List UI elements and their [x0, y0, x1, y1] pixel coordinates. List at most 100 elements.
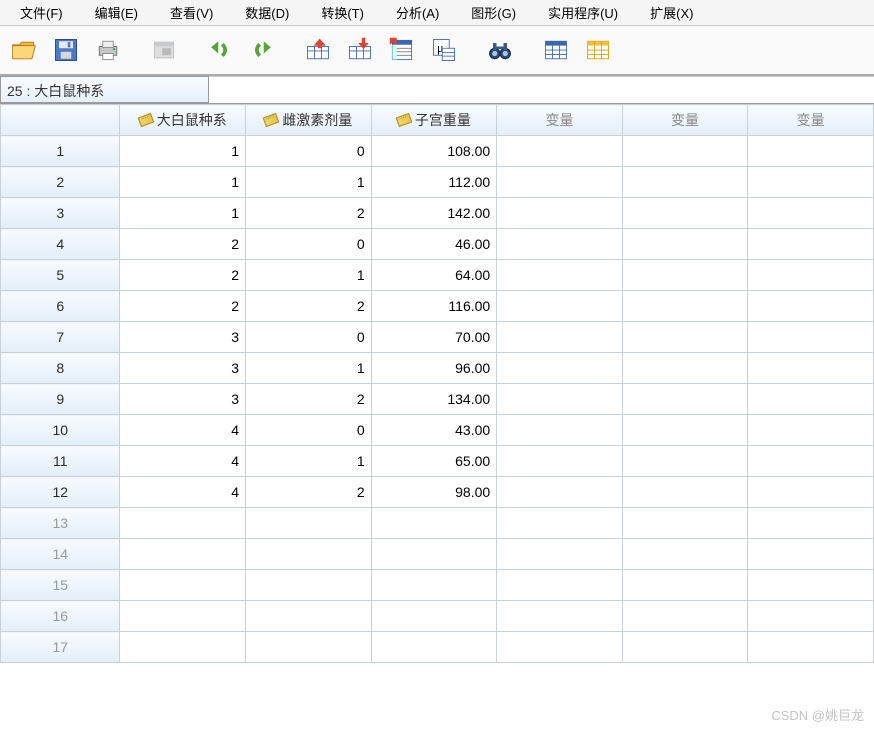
data-cell[interactable]: [246, 601, 372, 632]
data-cell[interactable]: [246, 508, 372, 539]
data-cell[interactable]: [748, 570, 874, 601]
data-cell[interactable]: [748, 415, 874, 446]
menu-graphs[interactable]: 图形(G): [455, 0, 532, 26]
data-cell[interactable]: 1: [246, 353, 372, 384]
data-cell[interactable]: 3: [120, 353, 246, 384]
data-cell[interactable]: 2: [246, 291, 372, 322]
row-header[interactable]: 11: [1, 446, 120, 477]
data-cell[interactable]: [748, 353, 874, 384]
data-cell[interactable]: 108.00: [371, 136, 497, 167]
data-cell[interactable]: [497, 539, 623, 570]
row-header[interactable]: 4: [1, 229, 120, 260]
data-cell[interactable]: [371, 632, 497, 663]
row-header[interactable]: 14: [1, 539, 120, 570]
data-cell[interactable]: 2: [120, 260, 246, 291]
data-cell[interactable]: 1: [120, 167, 246, 198]
row-header[interactable]: 5: [1, 260, 120, 291]
data-cell[interactable]: 64.00: [371, 260, 497, 291]
data-cell[interactable]: [497, 136, 623, 167]
data-cell[interactable]: [497, 415, 623, 446]
data-cell[interactable]: [622, 415, 748, 446]
data-cell[interactable]: 116.00: [371, 291, 497, 322]
data-cell[interactable]: [246, 539, 372, 570]
data-cell[interactable]: [748, 632, 874, 663]
open-button[interactable]: [6, 32, 42, 68]
formula-area[interactable]: [209, 76, 874, 103]
row-header[interactable]: 10: [1, 415, 120, 446]
data-cell[interactable]: [622, 508, 748, 539]
data-cell[interactable]: 0: [246, 322, 372, 353]
row-header[interactable]: 8: [1, 353, 120, 384]
col-header-empty-2[interactable]: 变量: [622, 105, 748, 136]
goto-case-button[interactable]: [300, 32, 336, 68]
menu-utilities[interactable]: 实用程序(U): [532, 0, 634, 26]
data-cell[interactable]: [497, 384, 623, 415]
data-cell[interactable]: [748, 322, 874, 353]
data-cell[interactable]: [497, 601, 623, 632]
data-cell[interactable]: 0: [246, 229, 372, 260]
data-cell[interactable]: 4: [120, 415, 246, 446]
data-cell[interactable]: [497, 229, 623, 260]
data-cell[interactable]: 43.00: [371, 415, 497, 446]
data-cell[interactable]: 46.00: [371, 229, 497, 260]
data-cell[interactable]: [622, 353, 748, 384]
data-cell[interactable]: 3: [120, 384, 246, 415]
data-cell[interactable]: 2: [120, 229, 246, 260]
data-cell[interactable]: [120, 539, 246, 570]
row-header[interactable]: 7: [1, 322, 120, 353]
split-button[interactable]: [538, 32, 574, 68]
data-cell[interactable]: [497, 198, 623, 229]
data-cell[interactable]: [120, 508, 246, 539]
data-cell[interactable]: [748, 508, 874, 539]
data-cell[interactable]: [748, 446, 874, 477]
data-cell[interactable]: [748, 167, 874, 198]
print-button[interactable]: [90, 32, 126, 68]
col-header-empty-3[interactable]: 变量: [748, 105, 874, 136]
data-cell[interactable]: [622, 632, 748, 663]
data-cell[interactable]: 2: [246, 198, 372, 229]
data-cell[interactable]: [622, 322, 748, 353]
data-cell[interactable]: [497, 353, 623, 384]
data-cell[interactable]: [748, 384, 874, 415]
data-cell[interactable]: [371, 539, 497, 570]
data-cell[interactable]: [622, 260, 748, 291]
data-cell[interactable]: [622, 198, 748, 229]
data-cell[interactable]: [497, 291, 623, 322]
data-cell[interactable]: 0: [246, 136, 372, 167]
data-cell[interactable]: [371, 570, 497, 601]
data-cell[interactable]: [622, 167, 748, 198]
data-cell[interactable]: [497, 167, 623, 198]
data-cell[interactable]: [497, 446, 623, 477]
row-header[interactable]: 6: [1, 291, 120, 322]
cell-reference-box[interactable]: 25 : 大白鼠种系: [0, 76, 209, 103]
data-cell[interactable]: [120, 601, 246, 632]
data-cell[interactable]: 65.00: [371, 446, 497, 477]
data-cell[interactable]: 112.00: [371, 167, 497, 198]
data-cell[interactable]: [748, 539, 874, 570]
data-cell[interactable]: 2: [246, 384, 372, 415]
data-cell[interactable]: 1: [246, 167, 372, 198]
data-cell[interactable]: [622, 136, 748, 167]
data-cell[interactable]: [497, 508, 623, 539]
data-cell[interactable]: [120, 570, 246, 601]
data-cell[interactable]: [622, 477, 748, 508]
data-cell[interactable]: 4: [120, 446, 246, 477]
weight-button[interactable]: [580, 32, 616, 68]
data-cell[interactable]: [622, 291, 748, 322]
data-cell[interactable]: 142.00: [371, 198, 497, 229]
data-cell[interactable]: [748, 291, 874, 322]
data-cell[interactable]: [622, 601, 748, 632]
menu-edit[interactable]: 编辑(E): [79, 0, 154, 26]
data-cell[interactable]: 134.00: [371, 384, 497, 415]
data-cell[interactable]: [622, 229, 748, 260]
undo-button[interactable]: [202, 32, 238, 68]
menu-extensions[interactable]: 扩展(X): [634, 0, 709, 26]
data-cell[interactable]: 4: [120, 477, 246, 508]
data-cell[interactable]: [748, 198, 874, 229]
data-cell[interactable]: [246, 570, 372, 601]
data-cell[interactable]: [748, 260, 874, 291]
data-cell[interactable]: [120, 632, 246, 663]
redo-button[interactable]: [244, 32, 280, 68]
data-cell[interactable]: [748, 477, 874, 508]
save-button[interactable]: [48, 32, 84, 68]
